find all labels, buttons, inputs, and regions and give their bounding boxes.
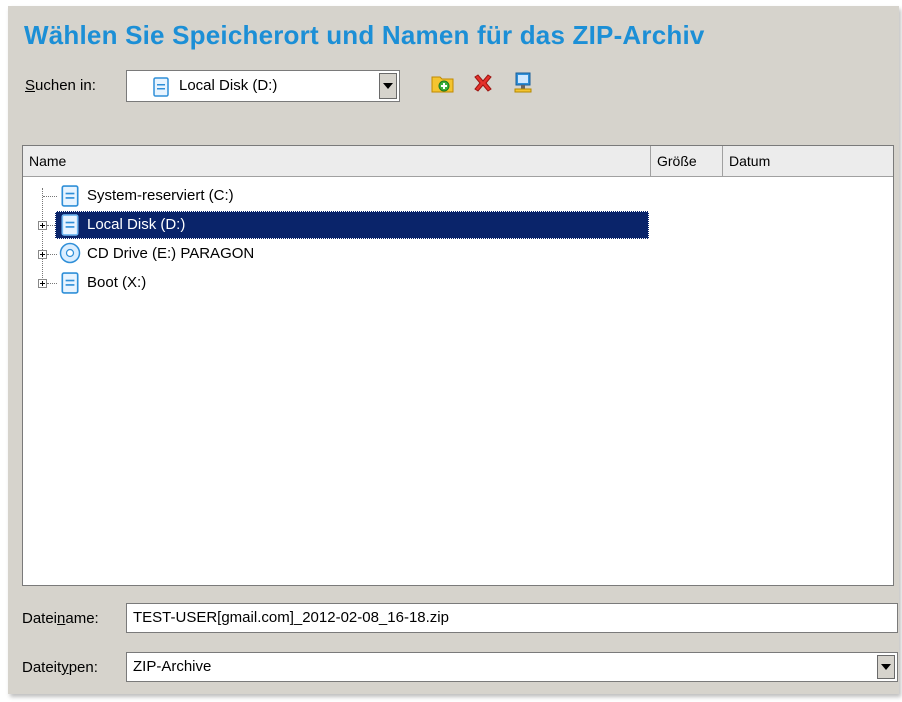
file-list[interactable]: Name Größe Datum System-reserviert (C:) … bbox=[22, 145, 894, 586]
tree-item-system-reserved[interactable]: System-reserviert (C:) bbox=[23, 182, 663, 210]
filetype-dropdown[interactable]: ZIP-Archive bbox=[126, 652, 898, 682]
drive-icon bbox=[61, 272, 79, 299]
lookin-value: Local Disk (D:) bbox=[179, 77, 278, 94]
tree-item-label: CD Drive (E:) PARAGON bbox=[87, 245, 255, 262]
tree-item-cd-drive-e[interactable]: CD Drive (E:) PARAGON bbox=[23, 240, 663, 268]
dialog-title: Wählen Sie Speicherort und Namen für das… bbox=[24, 20, 705, 50]
lookin-dropdown-button[interactable] bbox=[379, 73, 397, 99]
column-size[interactable]: Größe bbox=[651, 146, 723, 176]
column-name[interactable]: Name bbox=[23, 146, 651, 176]
expand-icon[interactable] bbox=[38, 279, 47, 288]
delete-button[interactable] bbox=[470, 72, 496, 98]
column-date[interactable]: Datum bbox=[723, 146, 893, 176]
filetype-label: Dateitypen: bbox=[22, 659, 98, 676]
tree-item-label: Boot (X:) bbox=[87, 274, 147, 291]
save-zip-dialog: Wählen Sie Speicherort und Namen für das… bbox=[8, 6, 899, 694]
column-header: Name Größe Datum bbox=[23, 146, 893, 177]
lookin-label: Suchen in: bbox=[25, 77, 96, 94]
expand-icon[interactable] bbox=[38, 250, 47, 259]
lookin-dropdown[interactable]: Local Disk (D:) bbox=[126, 70, 400, 102]
tree-item-boot-x[interactable]: Boot (X:) bbox=[23, 269, 663, 297]
tree-item-label: Local Disk (D:) bbox=[87, 216, 186, 233]
filename-input[interactable]: TEST-USER[gmail.com]_2012-02-08_16-18.zi… bbox=[126, 603, 898, 633]
delete-icon bbox=[472, 72, 494, 99]
tree-item-local-disk-d[interactable]: Local Disk (D:) bbox=[23, 211, 663, 239]
chevron-down-icon bbox=[383, 83, 393, 89]
filetype-dropdown-button[interactable] bbox=[877, 655, 895, 679]
network-drive-button[interactable] bbox=[510, 72, 536, 98]
drive-icon bbox=[61, 214, 79, 241]
new-folder-button[interactable] bbox=[430, 72, 456, 98]
network-drive-icon bbox=[512, 71, 534, 100]
new-folder-icon bbox=[431, 72, 455, 99]
chevron-down-icon bbox=[881, 664, 891, 670]
filename-label: Dateiname: bbox=[22, 610, 99, 627]
tree-item-label: System-reserviert (C:) bbox=[87, 187, 234, 204]
expand-icon[interactable] bbox=[38, 221, 47, 230]
filetype-value: ZIP-Archive bbox=[133, 658, 212, 675]
drive-icon bbox=[61, 185, 79, 212]
cd-icon bbox=[59, 242, 81, 269]
drive-icon bbox=[153, 77, 169, 102]
